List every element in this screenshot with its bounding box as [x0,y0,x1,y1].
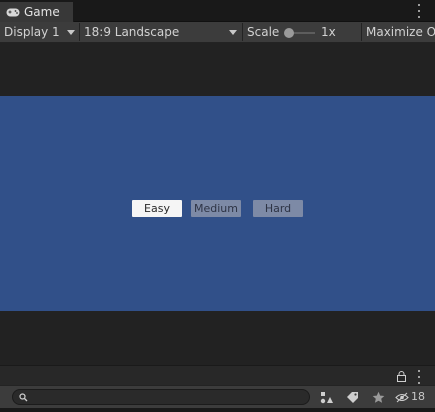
tab-label: Game [24,5,60,19]
kebab-menu-icon[interactable] [416,370,422,384]
maximize-label: Maximize O [366,25,435,39]
hidden-eye-icon [395,392,409,402]
scale-value-text: 1x [321,25,336,39]
aspect-label: 18:9 Landscape [84,25,180,39]
toolbar-divider [242,23,243,41]
game-toolbar: Display 1 18:9 Landscape Scale 1x Maximi… [0,22,435,43]
game-window: Game Display 1 18:9 Landscape Scale 1x M… [0,0,435,412]
scale-text: Scale [247,25,280,39]
tag-icon [346,391,358,403]
panel-header [0,365,435,385]
chevron-down-icon [229,30,237,35]
maximize-on-play-toggle[interactable]: Maximize O [366,22,435,42]
hidden-count: 18 [411,390,425,403]
medium-button-label: Medium [194,202,238,215]
search-toolbar: 18 [0,385,435,408]
search-input[interactable] [12,389,310,405]
object-filter-button[interactable] [318,389,336,405]
display-label: Display 1 [4,25,60,39]
hidden-objects-toggle[interactable] [395,389,409,405]
tab-bar: Game [0,0,435,22]
game-render-area: Easy Medium Hard [0,96,435,311]
scale-slider-handle[interactable] [284,28,294,38]
easy-button[interactable]: Easy [132,200,182,217]
easy-button-label: Easy [144,202,170,215]
star-icon [372,391,384,403]
hard-button[interactable]: Hard [253,200,303,217]
lock-icon[interactable] [397,371,406,382]
gamepad-icon [6,8,20,16]
search-icon [19,393,28,402]
tag-filter-button[interactable] [343,389,361,405]
bottom-edge [0,408,435,412]
toolbar-divider [361,23,362,41]
tab-menu-kebab-icon[interactable] [416,4,422,18]
favorites-button[interactable] [369,389,387,405]
scale-value: 1x [321,22,341,42]
toolbar-divider [79,23,80,41]
tab-game[interactable]: Game [0,2,74,22]
hard-button-label: Hard [264,202,292,215]
scale-label: Scale [247,22,281,42]
display-dropdown[interactable]: Display 1 [4,22,78,42]
game-viewport: Easy Medium Hard [0,43,435,365]
chevron-down-icon [67,30,75,35]
medium-button[interactable]: Medium [191,200,241,217]
aspect-ratio-dropdown[interactable]: 18:9 Landscape [84,22,242,42]
object-filter-icon [320,391,333,403]
